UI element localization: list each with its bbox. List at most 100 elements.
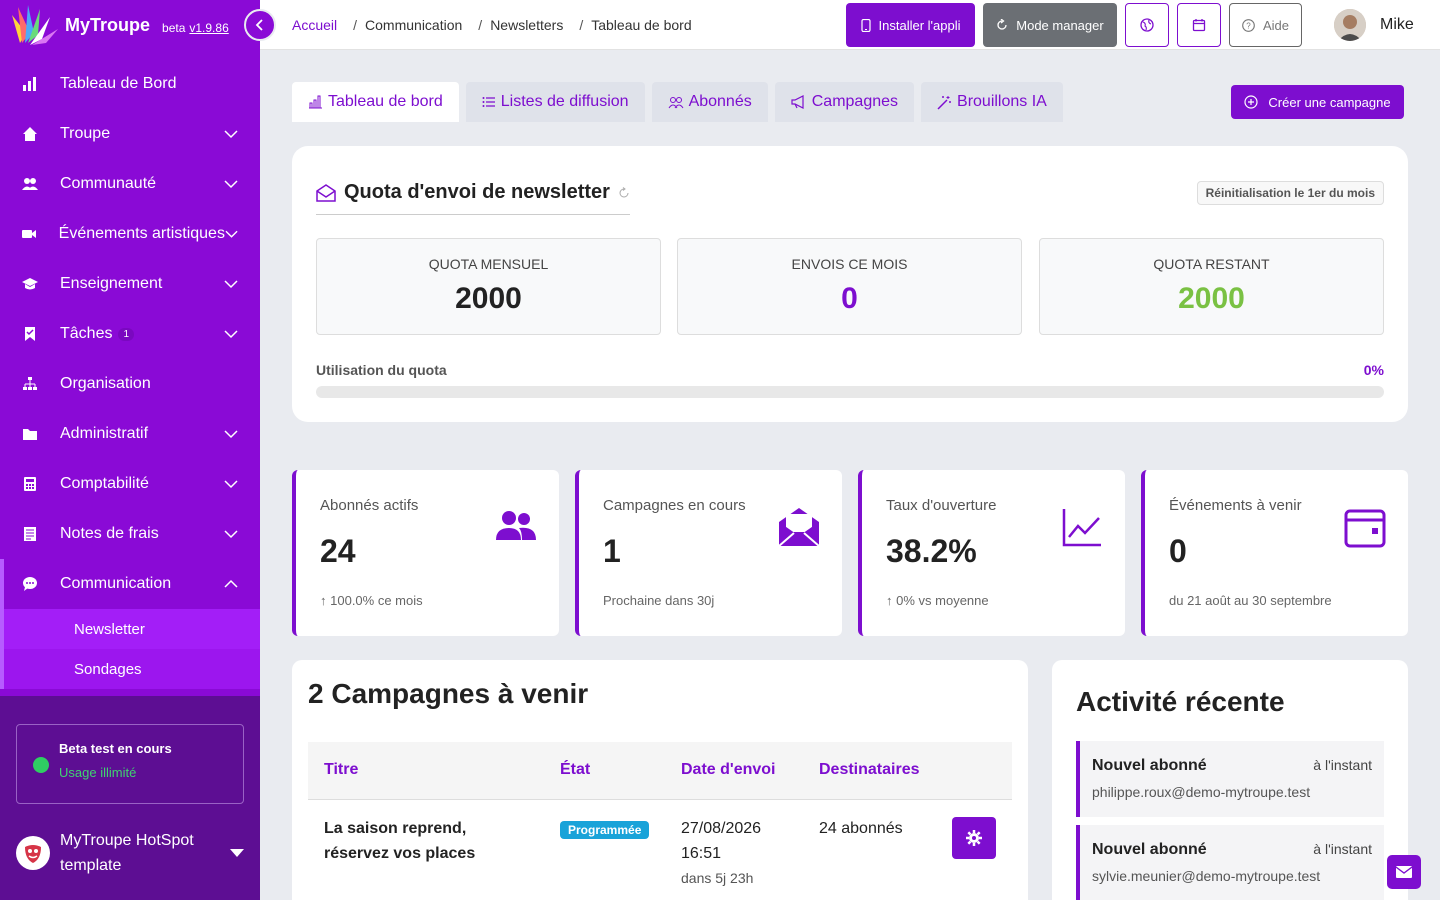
users-icon — [20, 174, 40, 194]
column-header-send-date[interactable]: Date d'envoi — [681, 761, 776, 779]
stat-label: Événements à venir — [1169, 497, 1302, 514]
org-name: MyTroupe HotSpot template — [60, 832, 194, 874]
beta-subtitle: Usage illimité — [59, 765, 137, 780]
breadcrumb-home[interactable]: Accueil — [292, 17, 337, 33]
tab-subscribers[interactable]: Abonnés — [651, 82, 768, 122]
tab-label: Abonnés — [688, 93, 752, 110]
column-header-title[interactable]: Titre — [324, 761, 358, 779]
activity-item-email: philippe.roux@demo-mytroupe.test — [1092, 784, 1311, 800]
version-link[interactable]: v1.9.86 — [189, 21, 228, 35]
sidebar-item-organisation[interactable]: Organisation — [0, 359, 260, 409]
reset-info-badge: Réinitialisation le 1er du mois — [1196, 181, 1384, 205]
campaign-title[interactable]: La saison reprend, réservez vos places — [324, 816, 475, 866]
brand[interactable]: MyTroupe beta v1.9.86 — [0, 0, 260, 50]
sidebar-item-events[interactable]: Événements artistiques — [0, 209, 260, 259]
activity-item: Nouvel abonné à l'instant philippe.roux@… — [1076, 741, 1384, 817]
envelope-open-icon — [316, 183, 336, 202]
chevron-down-icon — [224, 180, 238, 189]
stat-sub-text: 0% vs moyenne — [896, 593, 989, 608]
create-campaign-button[interactable]: Créer une campagne — [1231, 85, 1404, 119]
stat-card-open-rate: Taux d'ouverture 38.2% ↑ 0% vs moyenne — [858, 470, 1125, 636]
stat-value: 1 — [603, 533, 621, 569]
envelope-open-icon — [778, 508, 820, 547]
activity-item-email: sylvie.meunier@demo-mytroupe.test — [1092, 868, 1321, 884]
org-chart-icon — [20, 374, 40, 394]
receipt-icon — [20, 524, 40, 544]
bar-chart-icon — [20, 74, 40, 94]
sidebar-item-communication[interactable]: Communication — [0, 559, 260, 609]
activity-item-title: Nouvel abonné — [1092, 841, 1207, 858]
help-button[interactable]: ? Aide — [1229, 3, 1302, 47]
breadcrumb-communication[interactable]: Communication — [365, 17, 462, 33]
beta-title: Beta test en cours — [59, 741, 172, 756]
svg-text:?: ? — [1246, 21, 1251, 30]
sidebar-item-dashboard[interactable]: Tableau de Bord — [0, 59, 260, 109]
send-date: 27/08/2026 — [681, 820, 762, 837]
campaign-recipients: 24 abonnés — [819, 820, 903, 837]
graduation-cap-icon — [20, 274, 40, 294]
chevron-down-icon — [224, 430, 238, 439]
sidebar-item-teaching[interactable]: Enseignement — [0, 259, 260, 309]
stat-card-campaigns: Campagnes en cours 1 Prochaine dans 30j — [575, 470, 842, 636]
globe-icon — [1140, 18, 1154, 32]
sidebar-item-expenses[interactable]: Notes de frais — [0, 509, 260, 559]
tab-ai-drafts[interactable]: Brouillons IA — [921, 82, 1063, 122]
phone-icon — [860, 18, 871, 32]
sidebar-item-tasks[interactable]: Tâches 1 — [0, 309, 260, 359]
quota-remaining-box: QUOTA RESTANT 2000 — [1039, 238, 1384, 335]
campaign-settings-button[interactable] — [952, 817, 996, 859]
breadcrumb-separator: / — [579, 17, 584, 33]
tab-dashboard[interactable]: Tableau de bord — [292, 82, 459, 122]
sidebar-item-label: Tâches — [60, 325, 113, 342]
tab-campaigns[interactable]: Campagnes — [774, 82, 915, 122]
sidebar-item-label: Troupe — [60, 125, 111, 142]
sidebar-subitem-polls[interactable]: Sondages — [4, 649, 260, 689]
gear-icon — [966, 830, 982, 846]
sidebar-item-label: Communauté — [60, 175, 157, 192]
magic-wand-icon — [937, 95, 952, 110]
quota-usage-label: Utilisation du quota — [316, 362, 447, 378]
beta-status-box: Beta test en cours Usage illimité — [16, 724, 244, 804]
users-icon — [668, 96, 683, 108]
campaigns-title: 2 Campagnes à venir — [308, 678, 589, 709]
column-header-state[interactable]: État — [560, 761, 590, 779]
refresh-icon[interactable] — [618, 186, 630, 199]
manager-mode-button[interactable]: Mode manager — [983, 3, 1117, 47]
communication-submenu: Newsletter Sondages — [0, 609, 260, 689]
chat-bubble-icon — [20, 574, 40, 594]
stat-card-upcoming-events: Événements à venir 0 du 21 août au 30 se… — [1141, 470, 1408, 636]
manager-mode-label: Mode manager — [1016, 17, 1104, 33]
quota-monthly-label: QUOTA MENSUEL — [428, 256, 549, 272]
sidebar-item-label: Notes de frais — [60, 525, 159, 542]
floating-mail-button[interactable] — [1387, 855, 1421, 889]
sidebar-subitem-newsletter[interactable]: Newsletter — [4, 609, 260, 649]
stat-card-active-subscribers: Abonnés actifs 24 ↑ 100.0% ce mois — [292, 470, 559, 636]
help-label: Aide — [1262, 17, 1290, 33]
bar-chart-icon — [309, 95, 322, 109]
chevron-down-icon — [224, 480, 238, 489]
activity-item-time: à l'instant — [1313, 841, 1372, 857]
sidebar: MyTroupe beta v1.9.86 Tableau de Bord Tro… — [0, 0, 260, 900]
quota-card: Quota d'envoi de newsletter Réinitialisa… — [292, 146, 1408, 422]
breadcrumb-newsletters[interactable]: Newsletters — [490, 17, 563, 33]
install-app-button[interactable]: Installer l'appli — [846, 3, 975, 47]
mytroupe-logo-icon — [12, 5, 58, 45]
org-switcher[interactable]: MyTroupe HotSpot template — [16, 828, 244, 878]
brand-name: MyTroupe — [65, 14, 151, 35]
sidebar-item-community[interactable]: Communauté — [0, 159, 260, 209]
user-menu[interactable]: Mike — [1334, 9, 1414, 41]
sidebar-collapse-button[interactable] — [244, 9, 276, 41]
sidebar-item-troupe[interactable]: Troupe — [0, 109, 260, 159]
globe-button[interactable] — [1125, 3, 1169, 47]
sidebar-item-accounting[interactable]: Comptabilité — [0, 459, 260, 509]
video-camera-icon — [20, 224, 39, 244]
newsletter-tabs: Tableau de bord Listes de diffusion Abon… — [292, 82, 1063, 122]
tab-mailing-lists[interactable]: Listes de diffusion — [465, 82, 645, 122]
campaign-title-line1: La saison reprend, — [324, 820, 467, 837]
stat-sub: ↑ 0% vs moyenne — [886, 593, 989, 608]
calendar-icon — [1192, 19, 1206, 32]
campaign-title-line2: réservez vos places — [324, 845, 476, 862]
column-header-recipients[interactable]: Destinataires — [819, 761, 920, 779]
sidebar-item-admin[interactable]: Administratif — [0, 409, 260, 459]
calendar-button[interactable] — [1177, 3, 1221, 47]
